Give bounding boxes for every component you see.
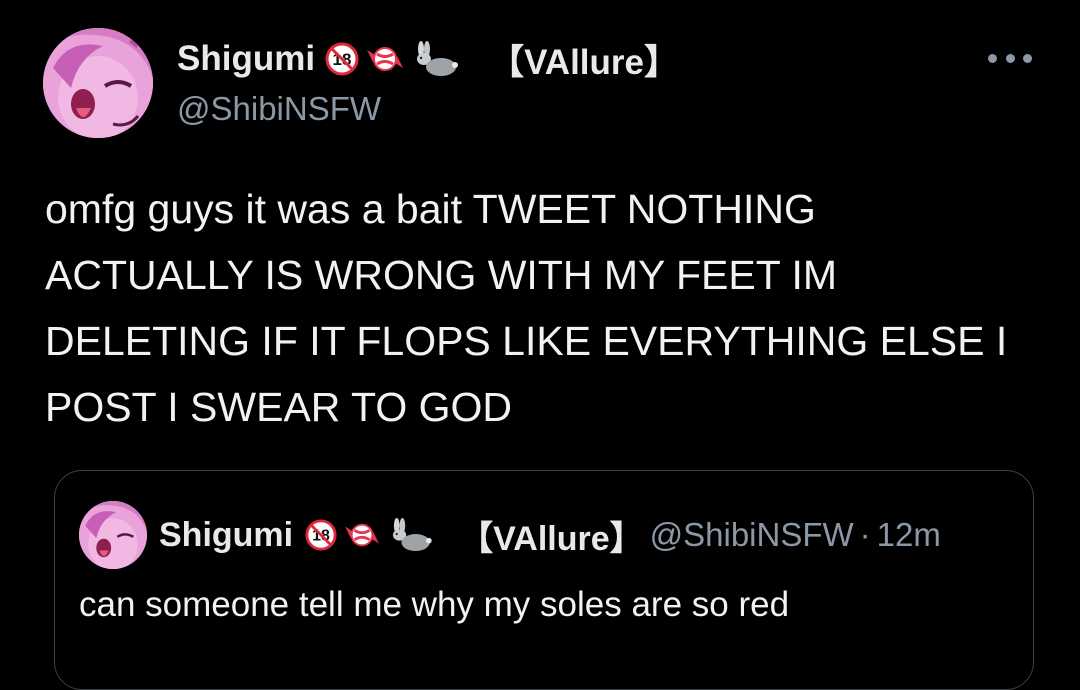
quoted-author-handle: @ShibiNSFW <box>649 516 854 553</box>
quoted-tweet-card[interactable]: Shigumi 18 <box>54 470 1034 690</box>
quoted-author-name-tag: 【VAllure】 <box>459 519 644 558</box>
tweet-text: omfg guys it was a bait TWEET NOTHING AC… <box>45 176 1055 440</box>
author-name-tag: 【VAllure】 <box>489 42 679 82</box>
avatar-illustration <box>79 501 147 569</box>
quoted-author-avatar[interactable] <box>79 501 147 569</box>
quoted-tweet-text: can someone tell me why my soles are so … <box>79 585 790 624</box>
more-dot <box>1005 53 1015 63</box>
author-avatar[interactable] <box>43 28 153 138</box>
more-dot <box>988 53 997 63</box>
separator-dot: · <box>859 516 871 553</box>
avatar-illustration <box>43 28 153 138</box>
rabbit-icon <box>409 41 459 77</box>
quoted-timestamp: 12m <box>876 516 941 553</box>
quoted-author-display-name: Shigumi <box>159 515 294 554</box>
more-horizontal-icon[interactable] <box>988 50 1032 66</box>
tweet-text-line: DELETING IF IT FLOPS LIKE EVERYTHING ELS… <box>45 318 1008 364</box>
author-name-row[interactable]: Shigumi 18 【VAllure】 <box>177 34 679 84</box>
tweet-text-line: ACTUALLY IS WRONG WITH MY FEET IM <box>45 252 837 298</box>
candy-icon <box>363 42 407 76</box>
more-dot <box>1023 53 1032 63</box>
tweet-text-line: omfg guys it was a bait TWEET NOTHING <box>45 186 816 232</box>
tweet-text-line: POST I SWEAR TO GOD <box>45 384 513 430</box>
author-display-name[interactable]: Shigumi <box>177 39 315 79</box>
candy-icon <box>341 519 383 551</box>
author-handle[interactable]: @ShibiNSFW <box>177 90 381 128</box>
quoted-author-row: Shigumi 18 <box>159 511 941 559</box>
no-one-under-18-icon: 18 <box>305 519 337 551</box>
rabbit-icon <box>385 518 433 552</box>
no-one-under-18-icon: 18 <box>325 42 359 76</box>
